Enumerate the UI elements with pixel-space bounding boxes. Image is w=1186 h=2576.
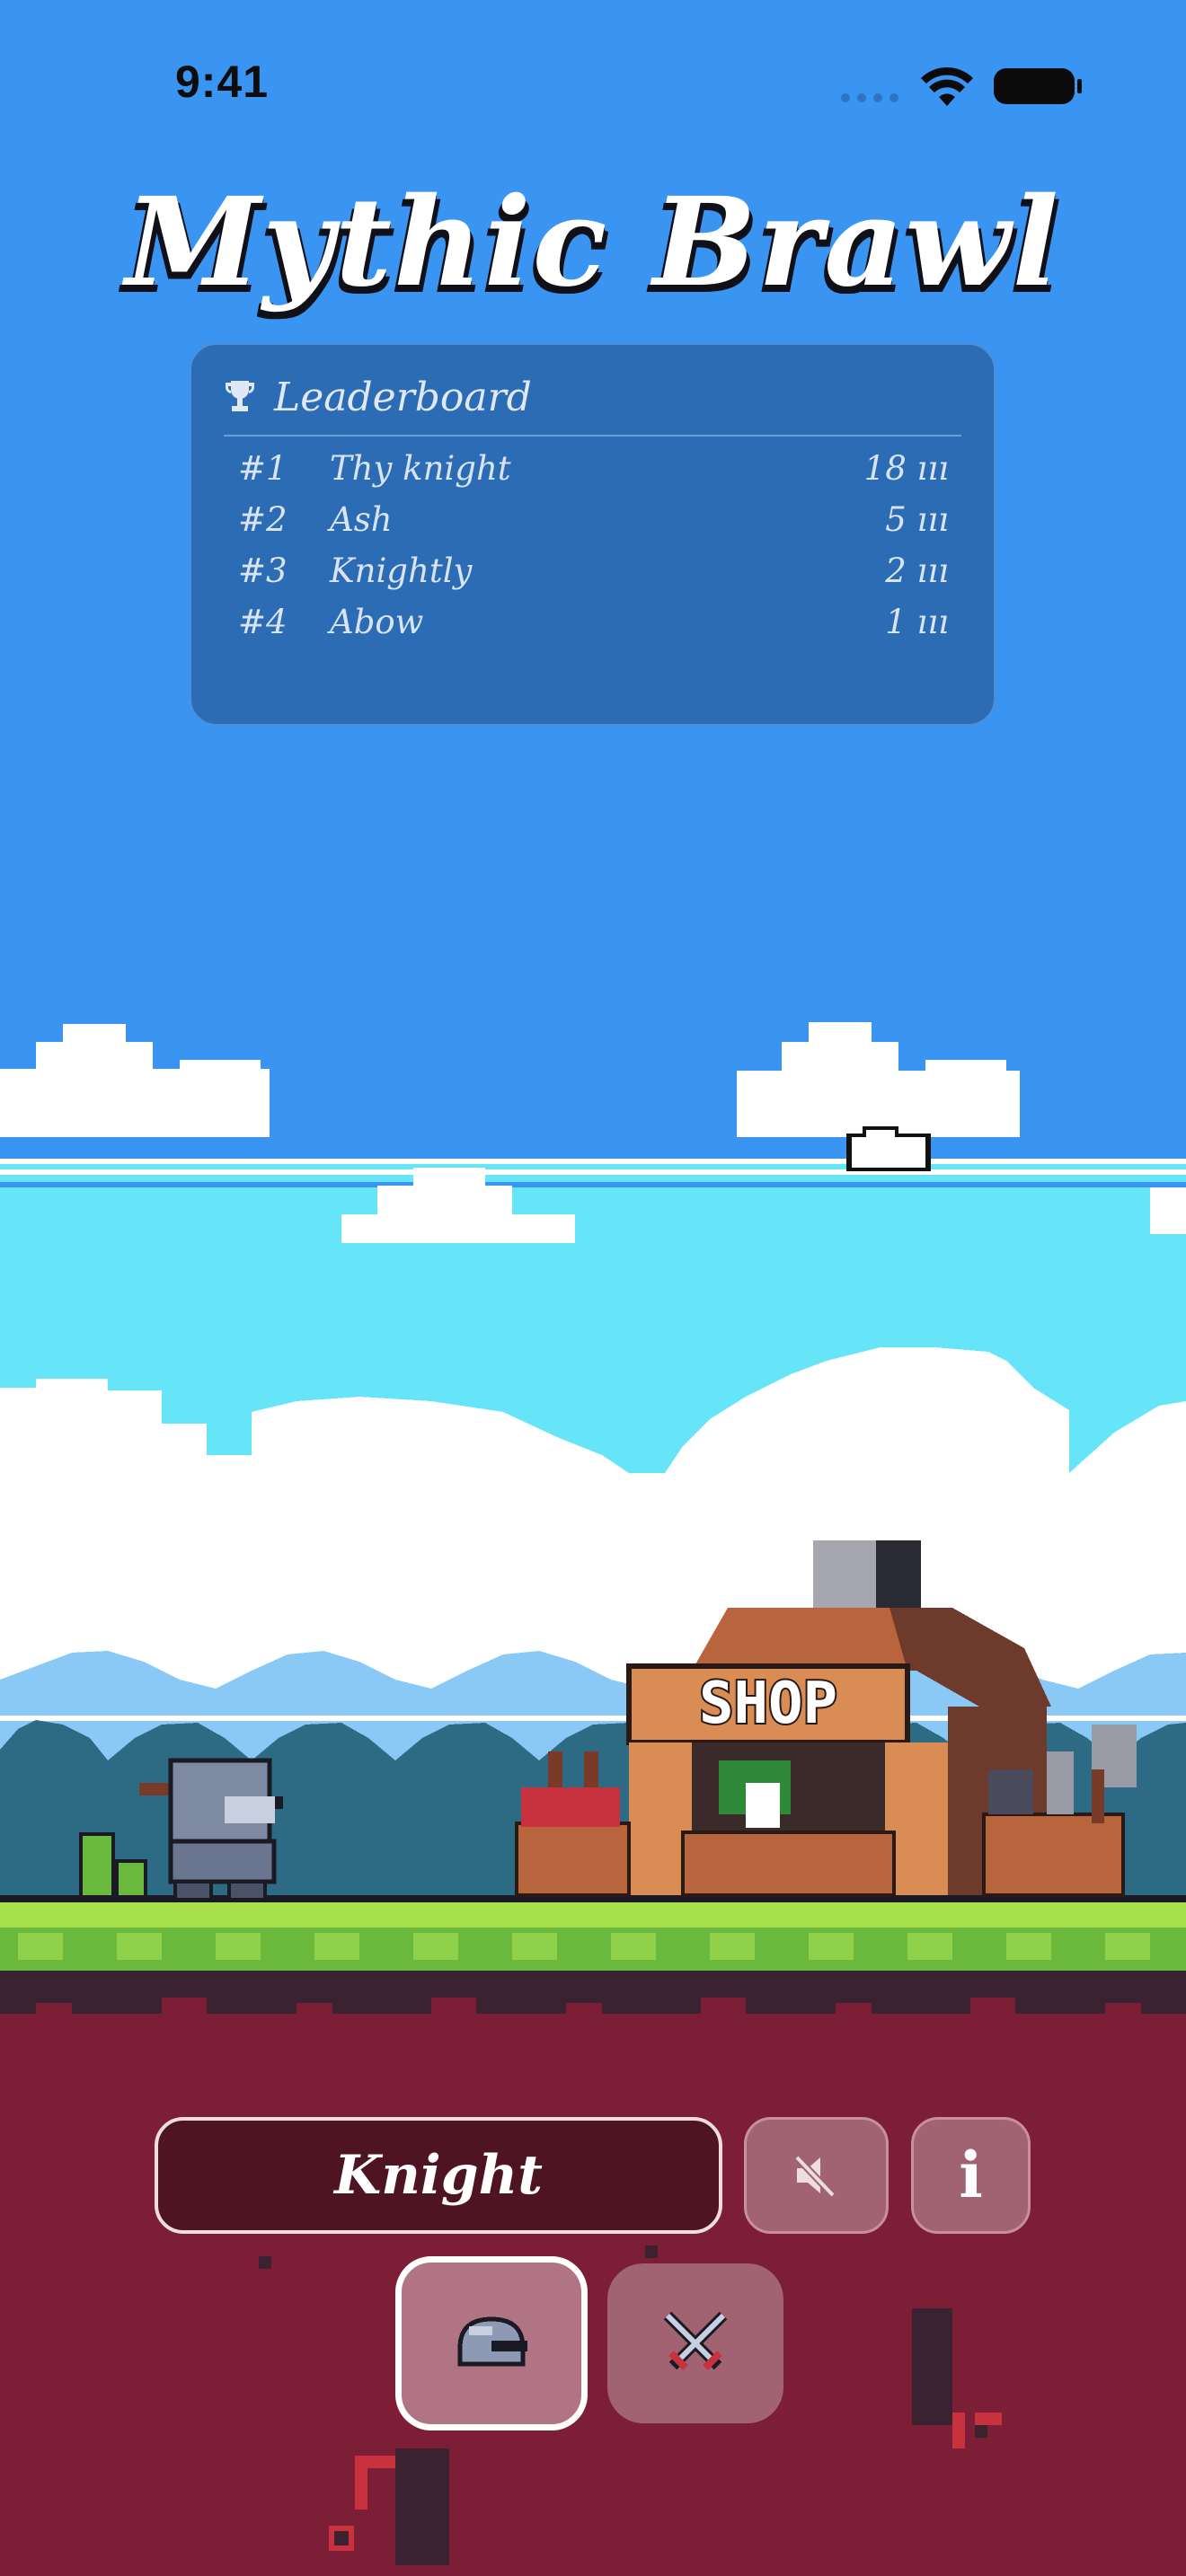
shop-sign: SHOP: [699, 1671, 837, 1737]
leaderboard-row: #3 Knightly 2 ııı: [238, 551, 949, 598]
crossed-swords-icon: [663, 2311, 728, 2370]
cellular-signal-icon: [841, 93, 898, 104]
leaderboard-score: 5 ııı: [885, 500, 949, 539]
game-screen: 9:41 Mythic Brawl Leaderboard #1 Thy kni…: [0, 0, 1186, 2576]
leaderboard-player-name: Thy knight: [330, 449, 511, 488]
leaderboard-rank: #2: [238, 500, 288, 539]
info-icon: i: [959, 2138, 983, 2212]
status-time: 9:41: [175, 57, 270, 107]
leaderboard-panel: Leaderboard #1 Thy knight 18 ııı #2 Ash …: [190, 343, 996, 726]
leaderboard-player-name: Abow: [330, 603, 424, 641]
character-knight-button[interactable]: [395, 2256, 588, 2430]
mute-button[interactable]: [744, 2117, 889, 2234]
leaderboard-header: Leaderboard: [224, 372, 532, 422]
wifi-icon: [921, 66, 973, 106]
leaderboard-rank: #4: [238, 603, 288, 641]
cloud: [0, 1024, 270, 1137]
leaderboard-score: 18 ııı: [863, 449, 949, 488]
info-button[interactable]: i: [911, 2117, 1031, 2234]
leaderboard-score: 2 ııı: [885, 551, 949, 590]
game-title: Mythic Brawl: [125, 171, 1061, 314]
leaderboard-row: #2 Ash 5 ııı: [238, 500, 949, 547]
leaderboard-title: Leaderboard: [274, 374, 532, 420]
character-swords-button[interactable]: [607, 2263, 783, 2423]
leaderboard-rank: #1: [238, 449, 288, 488]
leaderboard-row: #1 Thy knight 18 ııı: [238, 449, 949, 496]
knight-helmet-icon: [457, 2316, 527, 2367]
leaderboard-player-name: Knightly: [330, 551, 473, 590]
player-name-field[interactable]: Knight: [155, 2117, 722, 2234]
leaderboard-player-name: Ash: [330, 500, 393, 539]
speaker-muted-icon: [793, 2155, 836, 2198]
battery-icon: [994, 68, 1082, 104]
leaderboard-score: 1 ııı: [885, 603, 949, 641]
trophy-icon: [226, 381, 254, 411]
cloud: [737, 1022, 1020, 1137]
player-name-text: Knight: [334, 2144, 543, 2207]
game-scene: SHOP: [0, 1022, 1186, 2576]
leaderboard-rank: #3: [238, 551, 288, 590]
leaderboard-divider: [224, 435, 961, 437]
status-bar: 9:41: [0, 0, 1186, 171]
leaderboard-row: #4 Abow 1 ııı: [238, 603, 949, 649]
